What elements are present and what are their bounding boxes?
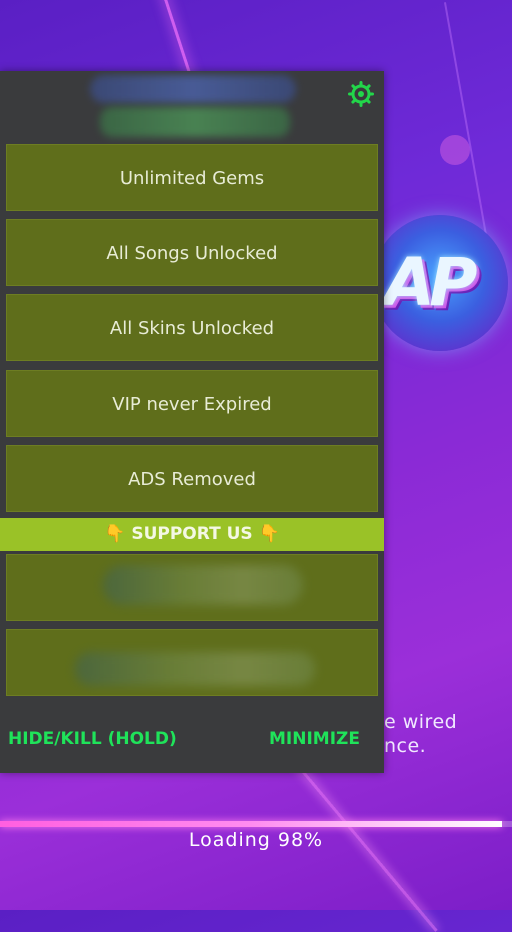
blurred-button-label xyxy=(75,652,315,686)
blurred-title xyxy=(90,75,296,103)
blurred-button-label xyxy=(103,565,303,605)
ads-removed-button[interactable]: ADS Removed xyxy=(6,445,378,512)
all-songs-unlocked-button[interactable]: All Songs Unlocked xyxy=(6,219,378,286)
background-tip-line-2: nce. xyxy=(384,735,427,757)
blurred-subtitle xyxy=(100,107,290,137)
game-logo: AP xyxy=(372,215,508,351)
mod-menu-footer: HIDE/KILL (HOLD) MINIMIZE xyxy=(0,719,384,773)
all-skins-unlocked-button[interactable]: All Skins Unlocked xyxy=(6,294,378,361)
support-us-banner: 👇 SUPPORT US 👇 xyxy=(0,518,384,551)
vip-never-expired-button[interactable]: VIP never Expired xyxy=(6,370,378,437)
blurred-button[interactable] xyxy=(6,554,378,621)
game-logo-text: AP xyxy=(384,244,477,321)
gear-icon[interactable] xyxy=(348,81,374,107)
background-tip-line-1: e wired xyxy=(384,711,458,733)
background-bubble xyxy=(440,135,470,165)
background-tip-text: e wired nce. xyxy=(384,710,457,758)
hide-kill-button[interactable]: HIDE/KILL (HOLD) xyxy=(8,729,177,749)
blurred-button[interactable] xyxy=(6,629,378,696)
minimize-button[interactable]: MINIMIZE xyxy=(269,729,360,749)
mod-menu-panel: Unlimited Gems All Songs Unlocked All Sk… xyxy=(0,71,384,773)
loading-progress-bar xyxy=(0,821,512,827)
unlimited-gems-button[interactable]: Unlimited Gems xyxy=(6,144,378,211)
loading-text: Loading 98% xyxy=(188,829,324,851)
mod-menu-header xyxy=(0,71,384,143)
loading-progress-fill xyxy=(0,821,502,827)
